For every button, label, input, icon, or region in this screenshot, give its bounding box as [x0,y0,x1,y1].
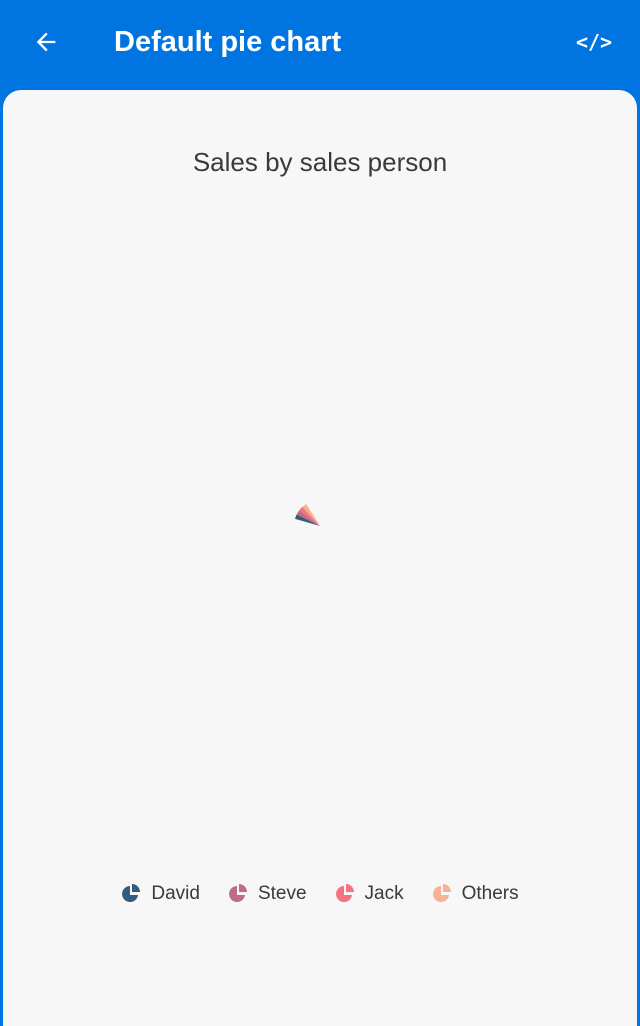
pie-legend-icon [229,884,247,902]
legend-label: David [151,883,200,904]
legend-label: Steve [257,883,307,904]
back-button[interactable] [22,20,70,64]
app-bar: Default pie chart </> [0,0,640,92]
app-screen: Default pie chart </> Sales by sales per… [0,0,640,1026]
legend-label: Jack [364,883,404,904]
pie-plot-area [295,503,320,526]
code-icon: </> [575,30,613,54]
pie-chart [295,503,320,526]
legend-item-others[interactable]: Others [432,883,519,905]
legend-item-david[interactable]: David [121,883,200,905]
legend-label: Others [461,883,519,904]
pie-legend-icon [432,884,451,902]
pie-legend-icon [122,884,141,902]
pie-legend-icon [335,884,354,902]
view-code-button[interactable]: </> [570,22,618,62]
legend-item-steve[interactable]: Steve [228,883,307,905]
chart-legend: David Steve Jack Others [3,876,637,912]
page-title: Default pie chart [114,26,342,58]
chart-title: Sales by sales person [192,147,448,177]
chart-card: Sales by sales person David Steve Jack Othe… [3,90,637,1026]
legend-item-jack[interactable]: Jack [335,883,404,905]
arrow-left-icon [36,32,56,52]
